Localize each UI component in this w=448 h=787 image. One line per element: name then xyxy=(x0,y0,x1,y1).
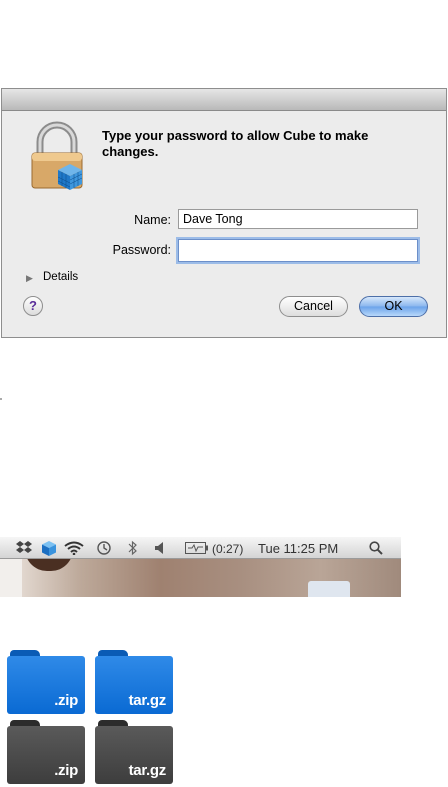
targz-folder-icon[interactable]: tar.gz xyxy=(95,650,173,714)
name-label: Name: xyxy=(134,213,171,227)
menubar-clock[interactable]: Tue 11:25 PM xyxy=(258,541,338,556)
spotlight-icon[interactable] xyxy=(369,540,383,556)
folder-label: .zip xyxy=(54,692,78,709)
dialog-prompt: Type your password to allow Cube to make… xyxy=(102,128,369,159)
authentication-dialog: Type your password to allow Cube to make… xyxy=(1,88,447,338)
dialog-titlebar[interactable] xyxy=(2,89,446,111)
name-field[interactable]: Dave Tong xyxy=(178,209,418,229)
divider-dot xyxy=(0,398,2,400)
targz-folder-dark-icon[interactable]: tar.gz xyxy=(95,720,173,784)
desktop-left-edge xyxy=(0,559,22,597)
desktop-folder xyxy=(308,581,350,597)
help-button[interactable]: ? xyxy=(23,296,43,316)
bluetooth-icon[interactable] xyxy=(128,540,138,556)
menubar-screenshot: (0:27) Tue 11:25 PM xyxy=(0,537,401,597)
battery-time[interactable]: (0:27) xyxy=(212,542,243,556)
password-label: Password: xyxy=(112,243,171,257)
dropbox-icon[interactable] xyxy=(16,540,32,556)
cube-icon[interactable] xyxy=(42,540,56,556)
zip-folder-icon[interactable]: .zip xyxy=(7,650,85,714)
menubar: (0:27) Tue 11:25 PM xyxy=(0,537,401,559)
volume-icon[interactable] xyxy=(154,540,166,556)
cancel-button[interactable]: Cancel xyxy=(279,296,348,317)
battery-icon[interactable] xyxy=(185,540,209,556)
wifi-icon[interactable] xyxy=(64,540,84,556)
time-machine-icon[interactable] xyxy=(96,540,112,556)
lock-icon xyxy=(26,120,88,192)
password-field[interactable] xyxy=(178,239,418,262)
disclosure-triangle-icon[interactable]: ▶ xyxy=(26,273,33,284)
folder-label: .zip xyxy=(54,762,78,779)
folder-label: tar.gz xyxy=(128,692,167,709)
ok-button[interactable]: OK xyxy=(359,296,428,317)
folder-label: tar.gz xyxy=(128,762,167,779)
zip-folder-dark-icon[interactable]: .zip xyxy=(7,720,85,784)
details-toggle[interactable]: Details xyxy=(43,271,78,283)
